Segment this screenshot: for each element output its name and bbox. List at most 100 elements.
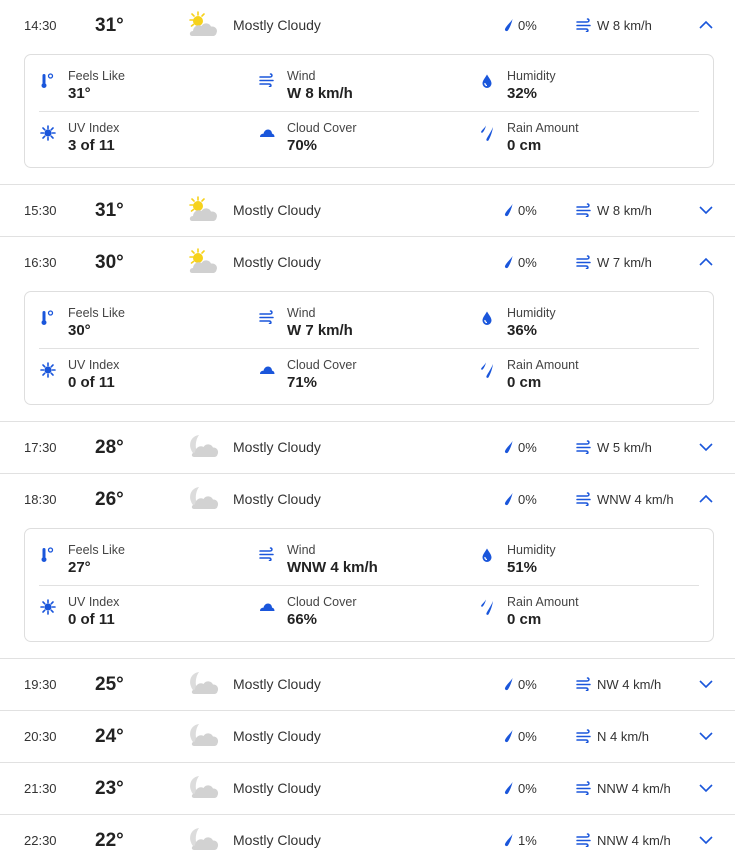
precipitation-chance: 0% <box>518 492 537 507</box>
raindrop-icon <box>503 492 514 506</box>
hourly-row[interactable]: 14:30 31° Mostly Cloudy 0% W 8 km/h <box>0 0 735 51</box>
precipitation-chance: 0% <box>518 255 537 270</box>
detail-label: UV Index <box>68 358 120 372</box>
hourly-row[interactable]: 20:30 24° Mostly Cloudy 0% N 4 km/h <box>0 711 735 762</box>
thermometer-icon <box>40 547 56 563</box>
wind-icon <box>259 310 275 326</box>
detail-label: Rain Amount <box>507 121 579 135</box>
wind-speed: NW 4 km/h <box>597 677 662 692</box>
hourly-item: 17:30 28° Mostly Cloudy 0% W 5 km/h <box>0 422 735 474</box>
moon-cloud-icon <box>186 773 220 803</box>
chevron-down-icon[interactable] <box>698 781 714 795</box>
hour-condition: Mostly Cloudy <box>233 780 321 796</box>
detail-label: UV Index <box>68 595 120 609</box>
rain-icon <box>479 125 495 141</box>
detail-label: Humidity <box>507 69 556 83</box>
hourly-row[interactable]: 17:30 28° Mostly Cloudy 0% W 5 km/h <box>0 422 735 473</box>
chevron-down-icon[interactable] <box>698 833 714 847</box>
thermometer-icon <box>40 73 56 89</box>
hour-time: 16:30 <box>24 255 57 270</box>
hour-time: 21:30 <box>24 781 57 796</box>
hour-condition: Mostly Cloudy <box>233 728 321 744</box>
detail-label: Feels Like <box>68 543 125 557</box>
cloud-icon <box>259 599 275 615</box>
detail-label: Cloud Cover <box>287 595 357 609</box>
hour-temperature: 22° <box>95 830 124 851</box>
hourly-item: 15:30 31° Mostly Cloudy 0% W 8 km/h <box>0 185 735 237</box>
hourly-item: 18:30 26° Mostly Cloudy 0% WNW 4 km/h Fe… <box>0 474 735 659</box>
hour-condition: Mostly Cloudy <box>233 676 321 692</box>
raindrop-icon <box>503 18 514 32</box>
detail-value: 51% <box>507 559 538 576</box>
detail-label: Wind <box>287 69 316 83</box>
hourly-row[interactable]: 15:30 31° Mostly Cloudy 0% W 8 km/h <box>0 185 735 236</box>
raindrop-icon <box>503 729 514 743</box>
detail-label: Wind <box>287 306 316 320</box>
detail-value: 0 cm <box>507 137 542 154</box>
chevron-up-icon[interactable] <box>698 255 714 269</box>
thermometer-icon <box>40 310 56 326</box>
hour-condition: Mostly Cloudy <box>233 832 321 848</box>
chevron-down-icon[interactable] <box>698 677 714 691</box>
detail-value: 27° <box>68 559 91 576</box>
hour-time: 18:30 <box>24 492 57 507</box>
detail-label: Humidity <box>507 543 556 557</box>
hour-temperature: 31° <box>95 15 124 36</box>
hour-temperature: 30° <box>95 252 124 273</box>
hourly-row[interactable]: 22:30 22° Mostly Cloudy 1% NNW 4 km/h <box>0 815 735 861</box>
sun-uv-icon <box>40 125 56 141</box>
moon-cloud-icon <box>186 721 220 751</box>
precipitation-chance: 0% <box>518 203 537 218</box>
chevron-down-icon[interactable] <box>698 729 714 743</box>
hourly-row[interactable]: 19:30 25° Mostly Cloudy 0% NW 4 km/h <box>0 659 735 710</box>
moon-cloud-icon <box>186 825 220 855</box>
detail-value: W 7 km/h <box>287 322 353 339</box>
wind-icon <box>259 547 275 563</box>
hour-condition: Mostly Cloudy <box>233 17 321 33</box>
detail-value: 66% <box>287 611 318 628</box>
wind-icon <box>576 255 592 269</box>
wind-icon <box>576 203 592 217</box>
wind-icon <box>576 729 592 743</box>
wind-icon <box>576 18 592 32</box>
wind-speed: NNW 4 km/h <box>597 833 671 848</box>
sun-uv-icon <box>40 362 56 378</box>
detail-label: UV Index <box>68 121 120 135</box>
hour-temperature: 28° <box>95 437 124 458</box>
hour-condition: Mostly Cloudy <box>233 491 321 507</box>
hourly-row[interactable]: 21:30 23° Mostly Cloudy 0% NNW 4 km/h <box>0 763 735 814</box>
precipitation-chance: 0% <box>518 18 537 33</box>
hour-temperature: 26° <box>95 489 124 510</box>
humidity-drop-icon <box>479 73 495 89</box>
detail-label: Cloud Cover <box>287 121 357 135</box>
precipitation-chance: 1% <box>518 833 537 848</box>
sun-uv-icon <box>40 599 56 615</box>
chevron-down-icon[interactable] <box>698 203 714 217</box>
chevron-up-icon[interactable] <box>698 492 714 506</box>
hour-details-card: Feels Like 30° Wind W 7 km/h Humidity 36… <box>24 291 714 405</box>
hourly-row[interactable]: 16:30 30° Mostly Cloudy 0% W 7 km/h <box>0 237 735 288</box>
hourly-item: 21:30 23° Mostly Cloudy 0% NNW 4 km/h <box>0 763 735 815</box>
hourly-row[interactable]: 18:30 26° Mostly Cloudy 0% WNW 4 km/h <box>0 474 735 525</box>
chevron-up-icon[interactable] <box>698 18 714 32</box>
detail-divider <box>39 111 699 112</box>
hour-condition: Mostly Cloudy <box>233 439 321 455</box>
cloud-icon <box>259 362 275 378</box>
hour-time: 17:30 <box>24 440 57 455</box>
hourly-item: 22:30 22° Mostly Cloudy 1% NNW 4 km/h <box>0 815 735 861</box>
hour-condition: Mostly Cloudy <box>233 202 321 218</box>
partly-sunny-cloud-icon <box>186 10 220 40</box>
humidity-drop-icon <box>479 547 495 563</box>
detail-value: 32% <box>507 85 538 102</box>
wind-icon <box>576 781 592 795</box>
detail-divider <box>39 348 699 349</box>
precipitation-chance: 0% <box>518 729 537 744</box>
chevron-down-icon[interactable] <box>698 440 714 454</box>
moon-cloud-icon <box>186 669 220 699</box>
hour-details-card: Feels Like 27° Wind WNW 4 km/h Humidity … <box>24 528 714 642</box>
detail-value: 0 of 11 <box>68 374 115 391</box>
moon-cloud-icon <box>186 484 220 514</box>
raindrop-icon <box>503 833 514 847</box>
detail-label: Feels Like <box>68 69 125 83</box>
hour-time: 19:30 <box>24 677 57 692</box>
